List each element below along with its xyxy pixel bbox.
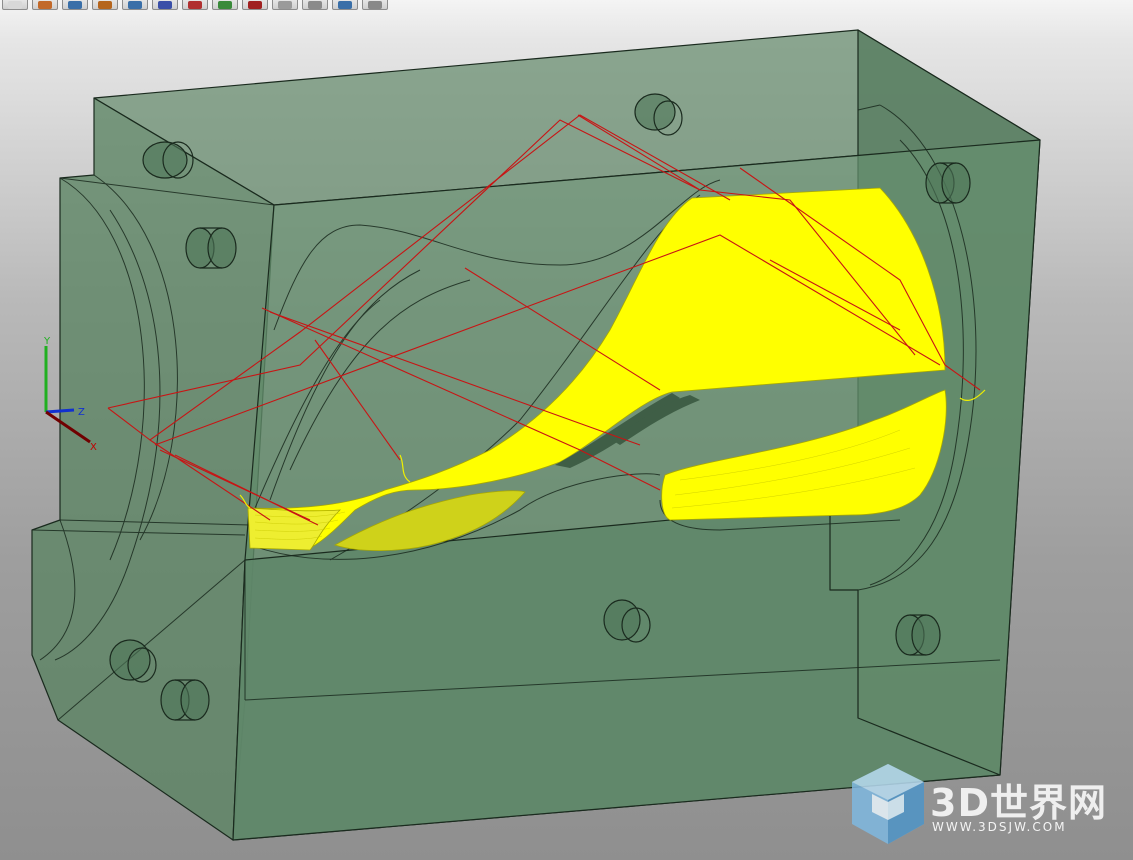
watermark-title: 3D世界网 (930, 781, 1107, 825)
info-button[interactable] (362, 0, 388, 10)
hole-right-lower (895, 614, 941, 656)
verify-icon (218, 1, 232, 9)
z-axis (45, 408, 75, 414)
viewcube-icon (338, 1, 352, 9)
leads-button[interactable] (152, 0, 178, 10)
simulate-button[interactable] (242, 0, 268, 10)
watermark-url: WWW.3DSJW.COM (932, 820, 1067, 834)
z-axis-label: Z (78, 407, 85, 418)
pattern-icon (98, 1, 112, 9)
watermark: 3D世界网 WWW.3DSJW.COM (848, 760, 1118, 850)
leads-icon (158, 1, 172, 9)
y-axis-label: Y (43, 336, 51, 347)
hole-right-upper (925, 162, 971, 204)
simulate-icon (248, 1, 262, 9)
block-button[interactable] (32, 0, 58, 10)
boundary-icon (68, 1, 82, 9)
verify-button[interactable] (212, 0, 238, 10)
3d-viewport[interactable]: Y Z X (0, 0, 1133, 860)
info-icon (368, 1, 382, 9)
sheet-icon (8, 1, 22, 9)
boundary-button[interactable] (62, 0, 88, 10)
arrow-icon (278, 1, 292, 9)
curve-edit-button[interactable] (182, 0, 208, 10)
pattern-button[interactable] (92, 0, 118, 10)
toolpath-button[interactable] (122, 0, 148, 10)
ncprogram-icon (308, 1, 322, 9)
ncprogram-button[interactable] (302, 0, 328, 10)
x-axis-label: X (90, 442, 97, 453)
sheet-button[interactable] (2, 0, 28, 10)
curve-edit-icon (188, 1, 202, 9)
block-icon (38, 1, 52, 9)
hole-bottom-left (160, 679, 210, 721)
main-toolbar (0, 0, 442, 10)
viewcube-button[interactable] (332, 0, 358, 10)
toolpath-icon (128, 1, 142, 9)
arrow-button[interactable] (272, 0, 298, 10)
